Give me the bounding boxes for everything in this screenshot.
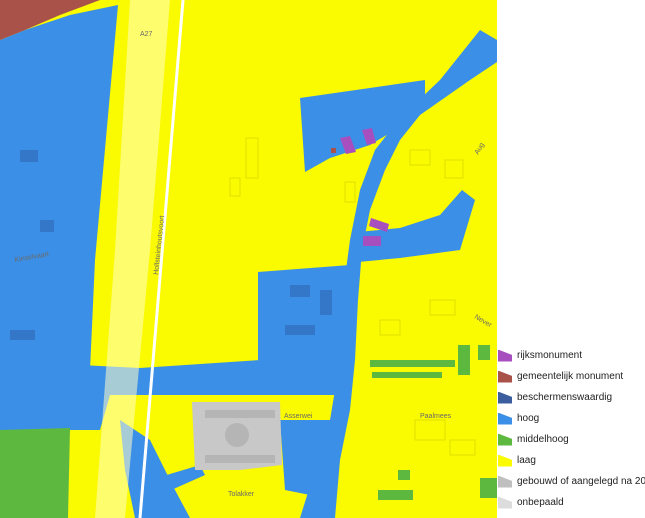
legend-item-onbepaald: onbepaald: [497, 492, 645, 513]
road-label-tolakker: Tolakker: [228, 491, 255, 498]
legend-item-gemeentelijk-monument: gemeentelijk monument: [497, 366, 645, 387]
zone-middelhoog-west: [0, 428, 70, 518]
legend-item-middelhoog: middelhoog: [497, 429, 645, 450]
legend-swatch: [498, 391, 512, 404]
legend-label: hoog: [517, 413, 540, 424]
legend-item-laag: laag: [497, 450, 645, 471]
legend-swatch: [498, 433, 512, 446]
legend-item-rijksmonument: rijksmonument: [497, 345, 645, 366]
map-legend: rijksmonument gemeentelijk monument besc…: [497, 345, 645, 513]
legend-swatch: [498, 496, 512, 509]
gemeentelijk-monument-building: [331, 148, 336, 153]
legend-swatch: [498, 412, 512, 425]
road-label-paalmees: Paalmees: [420, 413, 452, 420]
road-label-assenweg: Asserwei: [284, 413, 313, 420]
legend-label: gebouwd of aangelegd na 2008: [517, 476, 645, 487]
legend-swatch: [498, 475, 512, 488]
legend-label: rijksmonument: [517, 350, 583, 361]
legend-label: gemeentelijk monument: [517, 371, 624, 382]
legend-item-beschermenswaardig: beschermenswaardig: [497, 387, 645, 408]
legend-label: laag: [517, 455, 536, 466]
legend-swatch: [498, 370, 512, 383]
road-label-a27: A27: [140, 31, 153, 38]
map-canvas[interactable]: A27 Hollsteinhoutsvoort Kinselvaart Asse…: [0, 0, 497, 518]
legend-label: beschermenswaardig: [517, 392, 613, 403]
legend-label: middelhoog: [517, 434, 569, 445]
legend-item-gebouwd-na-2008: gebouwd of aangelegd na 2008: [497, 471, 645, 492]
legend-item-hoog: hoog: [497, 408, 645, 429]
legend-swatch: [498, 349, 512, 362]
legend-label: onbepaald: [517, 497, 564, 508]
legend-swatch: [498, 454, 512, 467]
zone-hoog-central: [258, 265, 350, 360]
